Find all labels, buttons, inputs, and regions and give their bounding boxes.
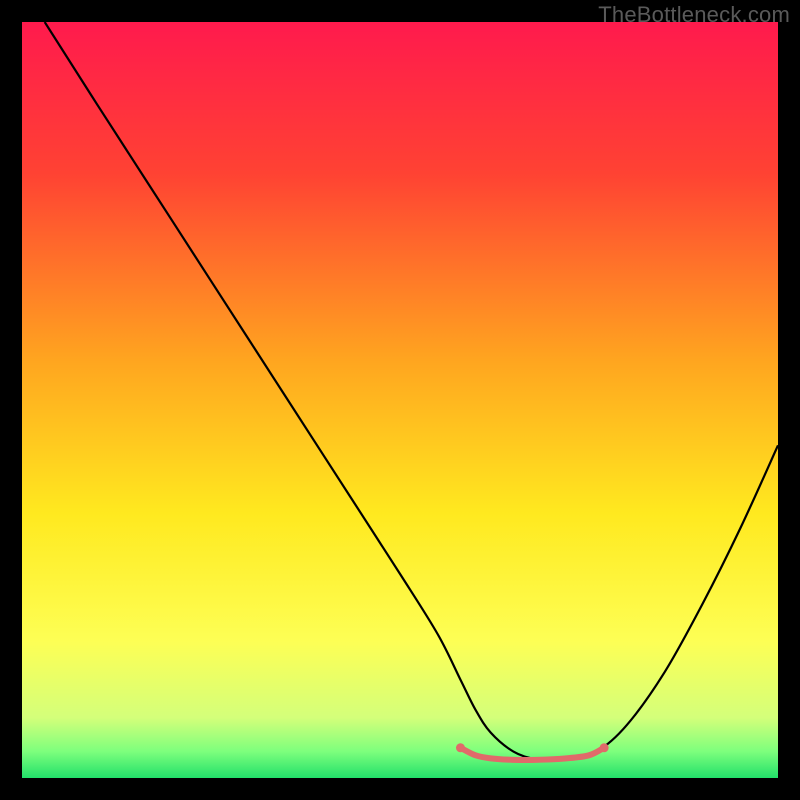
chart-frame [22, 22, 778, 778]
watermark-text: TheBottleneck.com [598, 2, 790, 28]
trough-endpoint-left [456, 743, 465, 752]
trough-endpoint-right [600, 743, 609, 752]
gradient-background [22, 22, 778, 778]
chart-svg [22, 22, 778, 778]
